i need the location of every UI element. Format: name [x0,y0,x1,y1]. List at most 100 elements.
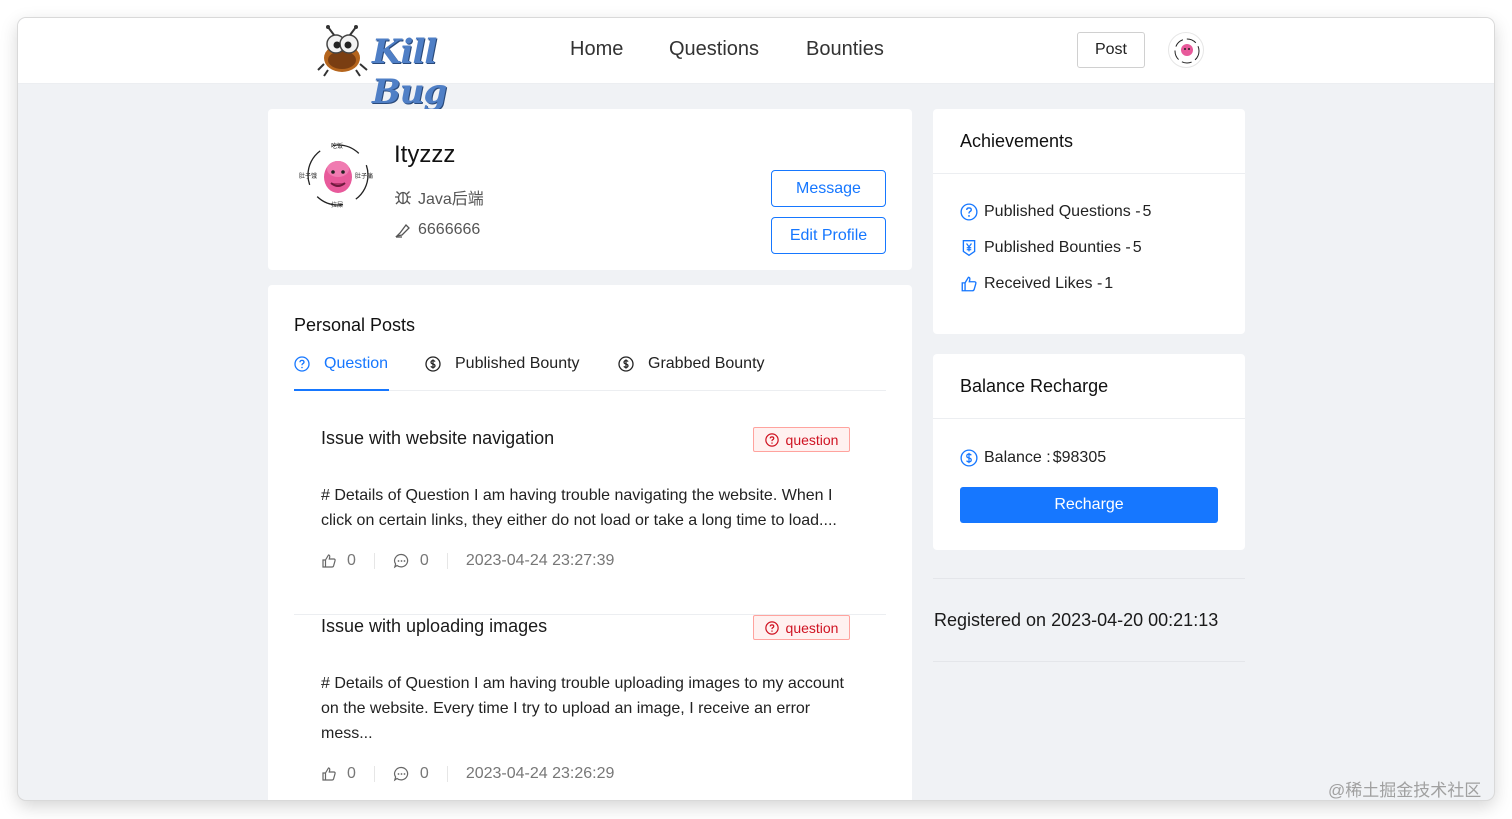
stat-value: 5 [1142,203,1152,220]
stat-value: 5 [1132,239,1142,256]
comment-action[interactable]: 0 [393,765,429,783]
nav-home[interactable]: Home [570,38,623,61]
nav-questions[interactable]: Questions [669,38,759,61]
bug-mascot-icon [317,25,368,77]
profile-code-text: 6666666 [418,221,481,238]
tab-question[interactable]: Question [294,355,388,373]
personal-posts-card: Personal Posts Question Published Bounty [268,285,912,800]
dollar-circle-icon [618,356,634,372]
stat-published-questions: Published Questions - 5 [960,203,1151,221]
tab-grabbed-bounty[interactable]: Grabbed Bounty [618,355,765,373]
question-circle-icon [764,432,779,447]
personal-posts-title: Personal Posts [294,315,416,335]
like-icon [322,767,336,781]
post-title[interactable]: Issue with uploading images [321,616,547,637]
edit-profile-button[interactable]: Edit Profile [771,217,886,254]
stat-label: Published Bounties - [984,239,1131,256]
stat-received-likes: Received Likes - 1 [960,275,1113,293]
yen-doc-icon [962,240,976,257]
divider [446,553,448,569]
post-button[interactable]: Post [1077,32,1145,68]
posts-tabs: Question Published Bounty Grabbed Bounty [294,345,886,391]
question-tag: question [753,427,850,452]
user-avatar[interactable] [1168,32,1204,68]
question-circle-icon [764,620,779,635]
avatar-label-right: 肚子痛 [355,174,374,180]
avatar-label-left: 肚子饿 [299,174,318,180]
profile-avatar: 吃饭 肚子饿 肚子痛 拉屎 [298,139,378,211]
question-circle-icon [960,203,978,221]
balance-value: $98305 [1052,449,1107,466]
app-window: Kill Bug Home Questions Bounties Post 吃饭… [18,18,1494,800]
post-date: 2023-04-24 23:27:39 [465,552,615,569]
post-body-line: # Details of Question I am having troubl… [321,675,844,692]
message-button[interactable]: Message [771,170,886,207]
stat-label: Published Questions - [984,203,1141,220]
stat-published-bounties: Published Bounties - 5 [960,239,1142,257]
like-count: 0 [347,765,356,782]
dollar-circle-icon [960,449,978,467]
post-body: # Details of Question I am having troubl… [321,483,866,533]
list-item[interactable]: Issue with website navigation question #… [294,407,886,615]
profile-role: Java后端 [394,185,484,209]
post-title[interactable]: Issue with website navigation [321,428,554,449]
avatar-label-top: 吃饭 [331,144,344,150]
post-body: # Details of Question I am having troubl… [321,671,866,746]
like-count: 0 [347,552,356,569]
comment-count: 0 [419,552,429,569]
recharge-button[interactable]: Recharge [960,487,1218,523]
divider [446,766,448,782]
balance-title: Balance Recharge [960,376,1109,396]
comment-icon [393,553,409,569]
tag-label: question [785,431,839,448]
like-action[interactable]: 0 [321,765,356,783]
question-tag: question [753,615,850,640]
comment-action[interactable]: 0 [393,552,429,570]
highlighter-icon [395,224,410,238]
like-icon [322,554,336,568]
divider [933,578,1245,579]
balance-row: Balance : $98305 [960,449,1106,467]
divider [373,766,375,782]
logo-text: Kill Bug [372,32,447,112]
balance-header: Balance Recharge [933,354,1245,419]
logo[interactable]: Kill Bug [316,24,491,112]
tag-label: question [785,619,839,636]
profile-username: Ityzzz [394,141,456,168]
post-body-line: mess... [321,725,373,742]
achievements-header: Achievements [933,109,1245,174]
divider [373,553,375,569]
post-body-line: # Details of Question I am having troubl… [321,487,833,504]
post-footer: 0 0 2023-04-24 23:26:29 [321,765,614,783]
question-circle-icon [294,356,310,372]
like-icon [961,276,977,292]
divider [933,661,1245,662]
achievements-card: Achievements Published Questions - 5 Pub… [933,109,1245,334]
dollar-circle-icon [425,356,441,372]
profile-role-text: Java后端 [418,191,484,208]
balance-card: Balance Recharge Balance : $98305 Rechar… [933,354,1245,550]
watermark: @稀土掘金技术社区 [1328,781,1482,800]
achievements-title: Achievements [960,131,1074,151]
post-date: 2023-04-24 23:26:29 [465,765,615,782]
top-navbar: Kill Bug Home Questions Bounties Post [18,18,1494,112]
tab-active-indicator [294,389,389,391]
comment-icon [393,766,409,782]
list-item[interactable]: Issue with uploading images question # D… [294,615,886,800]
balance-label: Balance : [984,449,1051,466]
post-footer: 0 0 2023-04-24 23:27:39 [321,552,614,570]
tab-question-label: Question [324,355,389,372]
avatar-label-bottom: 拉屎 [331,203,344,209]
post-body-line: click on certain links, they either do n… [321,512,837,529]
post-body-line: on the website. Every time I try to uplo… [321,700,811,717]
stat-value: 1 [1104,275,1114,292]
tab-published-bounty-label: Published Bounty [455,355,580,372]
profile-card: 吃饭 肚子饿 肚子痛 拉屎 Ityzzz Java后端 6666666 Mess… [268,109,912,270]
stat-label: Received Likes - [984,275,1103,292]
nav-bounties[interactable]: Bounties [806,38,884,61]
tab-published-bounty[interactable]: Published Bounty [425,355,580,373]
registered-date: Registered on 2023-04-20 00:21:13 [934,610,1219,630]
like-action[interactable]: 0 [321,552,356,570]
comment-count: 0 [419,765,429,782]
profile-code: 6666666 [394,221,480,239]
